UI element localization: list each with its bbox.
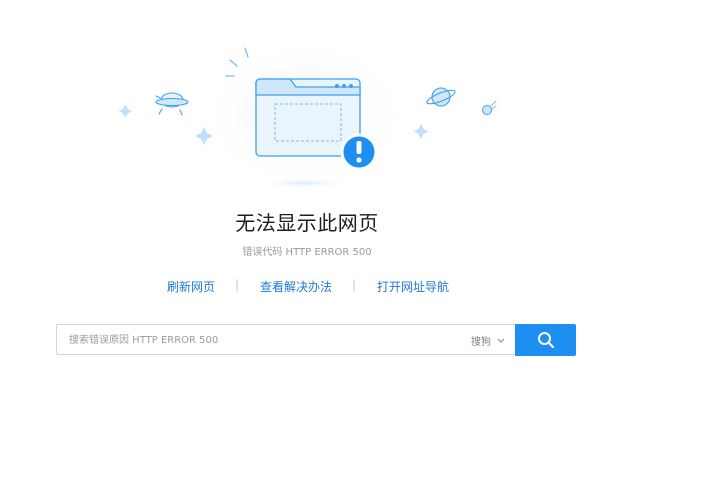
comet-icon <box>482 100 497 115</box>
action-links: 刷新网页 | 查看解决办法 | 打开网址导航 <box>0 278 614 294</box>
search-engine-select[interactable]: 搜狗 <box>471 333 505 348</box>
search-button[interactable] <box>515 324 576 356</box>
link-separator: | <box>352 278 357 292</box>
search-engine-label: 搜狗 <box>471 337 491 348</box>
exclamation-icon <box>340 133 378 171</box>
chevron-down-icon <box>497 338 505 343</box>
view-solution-link[interactable]: 查看解决办法 <box>260 278 332 295</box>
search-input[interactable] <box>69 332 449 348</box>
ufo-icon <box>155 92 189 116</box>
search-box: 搜狗 <box>56 324 515 355</box>
error-title: 无法显示此网页 <box>235 211 379 235</box>
error-illustration <box>118 40 497 195</box>
open-navigation-link[interactable]: 打开网址导航 <box>377 278 449 295</box>
error-code: 错误代码 HTTP ERROR 500 <box>242 247 372 258</box>
planet-icon <box>426 87 456 107</box>
refresh-link[interactable]: 刷新网页 <box>167 278 215 295</box>
search-icon <box>537 332 554 349</box>
link-separator: | <box>235 278 240 292</box>
